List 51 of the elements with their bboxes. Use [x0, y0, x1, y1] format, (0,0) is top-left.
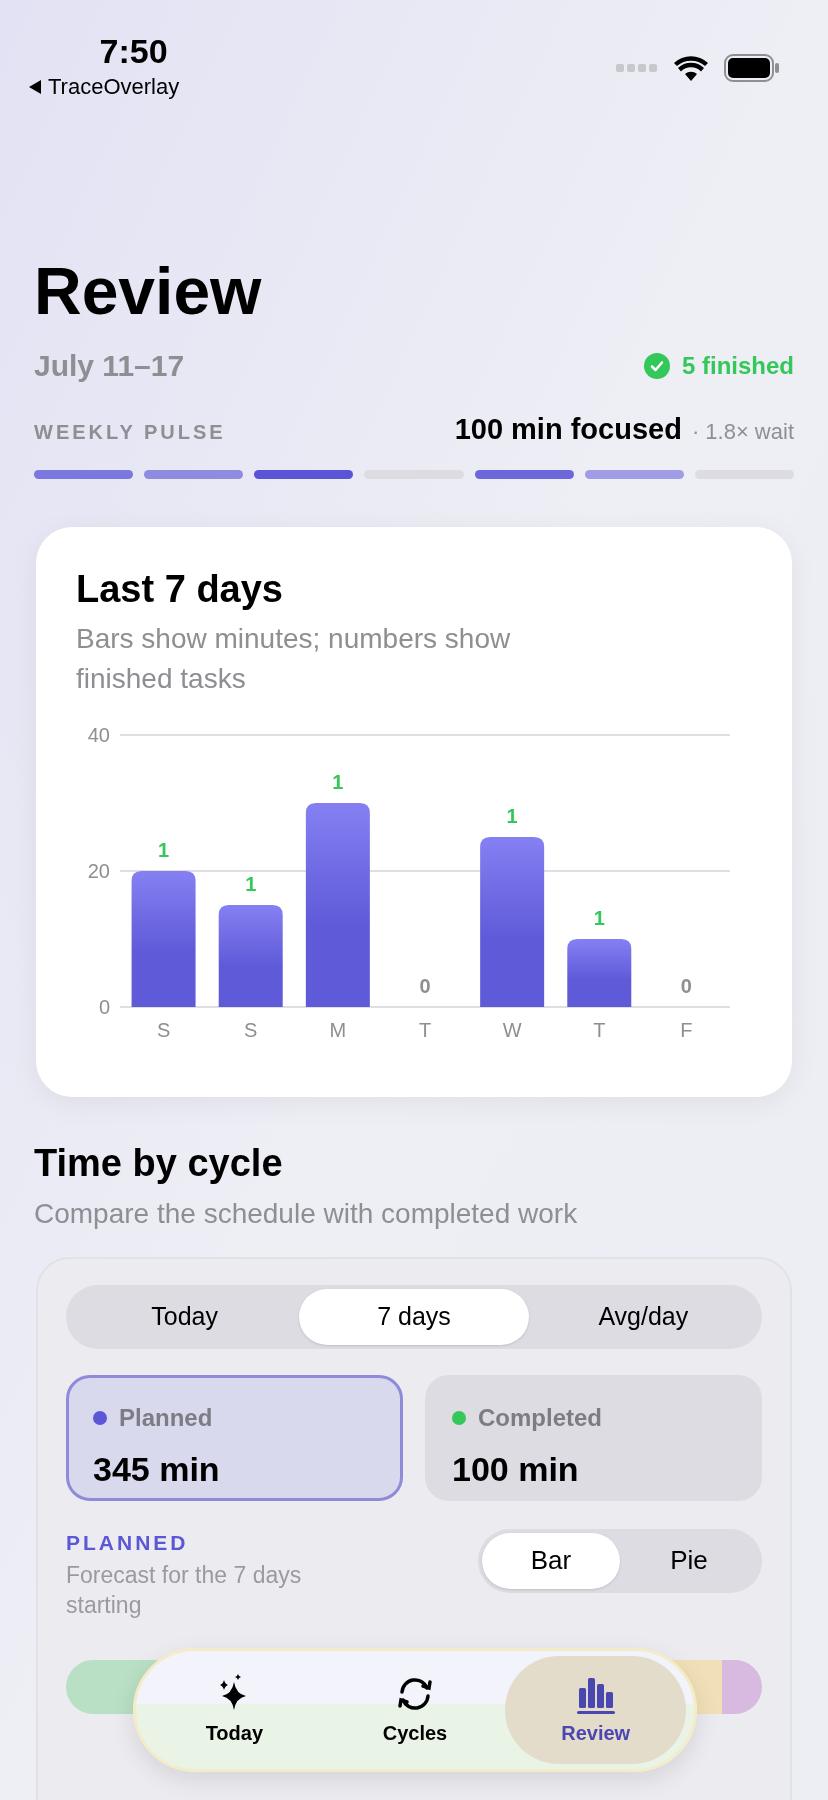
axis-label: 0: [98, 995, 110, 1018]
axis-label: 20: [87, 859, 110, 882]
section-label: WEEKLY PULSE: [34, 420, 226, 445]
page-title: Review: [34, 253, 263, 329]
battery-icon: [724, 54, 780, 82]
axis-label: 40: [87, 723, 110, 746]
tab-bar-item[interactable]: Cycles: [324, 1656, 506, 1764]
tab-bar-item[interactable]: Today: [144, 1656, 325, 1764]
check-circle-icon: [643, 352, 670, 379]
section-label: PLANNED: [66, 1529, 190, 1556]
date-range: July 11–17: [34, 348, 185, 384]
finished-count: 5 finished: [681, 350, 794, 381]
back-link[interactable]: TraceOverlay: [48, 70, 180, 103]
task-count: 1: [593, 906, 605, 929]
wifi-icon: [674, 55, 708, 81]
status-time: 7:50: [98, 32, 168, 70]
axis-label: S: [244, 1018, 258, 1041]
wait-ratio: · 1.8× wait: [691, 418, 794, 446]
task-count: 1: [332, 770, 344, 793]
stat-label: Planned: [119, 1402, 213, 1433]
axis-label: M: [329, 1018, 347, 1041]
axis-label: T: [418, 1018, 432, 1041]
range-tab[interactable]: 7 days: [299, 1288, 529, 1345]
bar: [567, 938, 632, 1007]
stat-value: 345 min: [93, 1448, 221, 1490]
back-arrow-icon[interactable]: [28, 78, 42, 95]
chart-style-tab[interactable]: Bar: [482, 1532, 620, 1589]
stat-value: 100 min: [452, 1448, 580, 1490]
stat-label: Completed: [478, 1402, 602, 1433]
axis-label: T: [593, 1018, 606, 1041]
axis-label: F: [680, 1018, 693, 1041]
task-count: 0: [419, 974, 431, 997]
signal-icon: [616, 63, 658, 73]
stat-card[interactable]: Planned 345 min: [66, 1374, 403, 1501]
focused-minutes: 100 min focused: [454, 412, 682, 447]
section-title: Time by cycle: [34, 1140, 284, 1185]
card-title: Last 7 days: [76, 566, 284, 611]
section-subtitle: Compare the schedule with completed work: [34, 1196, 579, 1231]
chart-style-tab[interactable]: Pie: [620, 1532, 758, 1589]
range-tab[interactable]: Avg/day: [528, 1288, 758, 1345]
stat-card[interactable]: Completed 100 min: [425, 1374, 762, 1501]
section-note: Forecast for the 7 days starting: [66, 1561, 303, 1620]
task-count: 1: [506, 804, 518, 827]
task-count: 1: [158, 838, 170, 861]
card-subtitle: Bars show minutes; numbers show finished tasks: [76, 621, 512, 696]
task-count: 0: [680, 974, 692, 997]
axis-label: S: [156, 1018, 171, 1041]
axis-label: W: [502, 1018, 522, 1041]
task-count: 1: [245, 872, 257, 895]
range-tab[interactable]: Today: [70, 1288, 300, 1345]
tab-bar-item[interactable]: Review: [505, 1656, 686, 1764]
